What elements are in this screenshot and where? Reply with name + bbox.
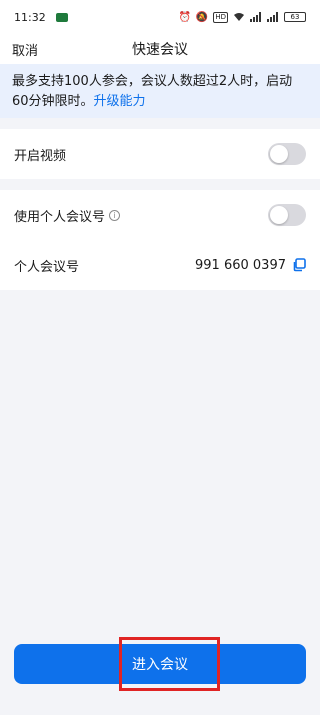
video-label: 开启视频: [14, 148, 67, 164]
copy-icon[interactable]: [292, 258, 306, 272]
nav-bar: 取消 快速会议: [0, 34, 320, 64]
cancel-button[interactable]: 取消: [12, 40, 38, 59]
pmi-row: 使用个人会议号 i: [0, 190, 320, 240]
upgrade-link[interactable]: 升级能力: [94, 94, 146, 109]
meeting-id-label: 个人会议号: [14, 259, 80, 275]
pmi-toggle[interactable]: [268, 204, 306, 226]
meeting-id-value: 991 660 0397: [195, 257, 286, 273]
hd-icon: HD: [213, 11, 228, 23]
meeting-id-row: 个人会议号 991 660 0397: [0, 240, 320, 290]
signal-icon: [250, 12, 261, 22]
page-title: 快速会议: [132, 42, 188, 58]
status-icons: ⏰ 🔕 HD 63: [178, 11, 306, 23]
alarm-icon: ⏰: [178, 11, 191, 23]
highlight-box: [119, 637, 220, 691]
signal-icon-2: [267, 12, 278, 22]
wifi-icon: [234, 13, 244, 21]
toggle-knob: [270, 145, 288, 163]
pmi-label: 使用个人会议号: [14, 209, 106, 225]
info-icon[interactable]: i: [109, 209, 121, 221]
limit-notice: 最多支持100人参会，会议人数超过2人时，启动60分钟限时。升级能力: [0, 64, 320, 118]
video-toggle[interactable]: [268, 143, 306, 165]
toggle-knob: [270, 206, 288, 224]
battery-icon: 63: [284, 12, 306, 22]
mute-icon: 🔕: [195, 11, 209, 23]
app-notification-icon: [55, 12, 68, 22]
status-bar: 11:32 ⏰ 🔕 HD 63: [0, 0, 320, 34]
status-time: 11:32: [14, 10, 46, 24]
notice-text: 最多支持100人参会，会议人数超过2人时，启动60分钟限时。: [12, 74, 293, 109]
meeting-id-value-wrap: 991 660 0397: [195, 258, 306, 273]
video-row: 开启视频: [0, 129, 320, 179]
